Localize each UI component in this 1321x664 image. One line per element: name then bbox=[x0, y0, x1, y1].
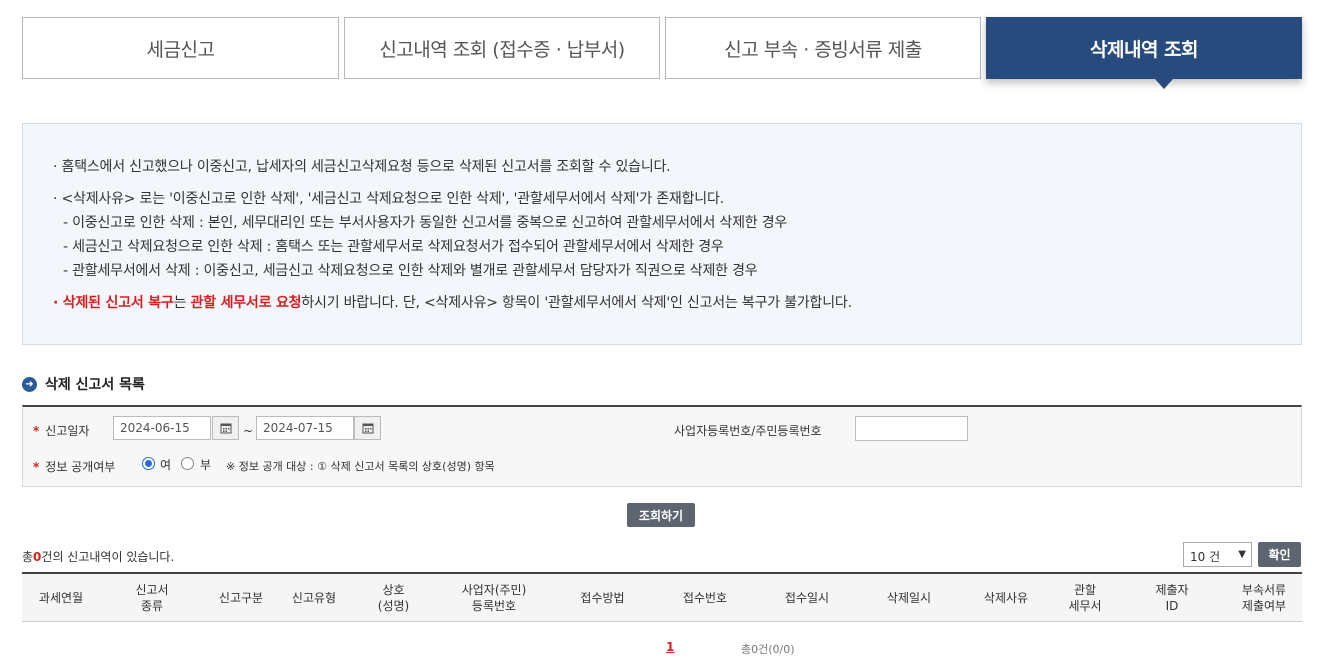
info-sub-3: - 관할세무서에서 삭제 : 이중신고, 세금신고 삭제요청으로 인한 삭제와 … bbox=[63, 263, 758, 279]
col-submitter-id: 제출자 ID bbox=[1155, 583, 1189, 613]
table-header: 과세연월 신고서 종류 신고구분 신고유형 상호 (성명) 사업자(주민) 등록… bbox=[22, 572, 1302, 622]
col-company-name: 상호 (성명) bbox=[377, 583, 410, 613]
tab-attachments-submit[interactable]: 신고 부속 · 증빙서류 제출 bbox=[665, 17, 981, 79]
disclosure-yes-radio[interactable] bbox=[142, 457, 155, 470]
info-warning: · 삭제된 신고서 복구는 관할 세무서로 요청하시기 바랍니다. 단, <삭제… bbox=[53, 295, 852, 311]
calendar-icon[interactable] bbox=[212, 416, 239, 440]
col-receipt-number: 접수번호 bbox=[682, 591, 728, 605]
active-tab-pointer bbox=[1155, 79, 1173, 89]
disclosure-no-label: 부 bbox=[200, 458, 212, 472]
disclosure-note: ※ 정보 공개 대상 : ① 삭제 신고서 목록의 상호(성명) 항목 bbox=[226, 460, 495, 473]
col-receipt-method: 접수방법 bbox=[580, 591, 625, 605]
col-filing-type: 신고유형 bbox=[291, 591, 337, 605]
tab-filing-history[interactable]: 신고내역 조회 (접수증 · 납부서) bbox=[344, 17, 660, 79]
col-receipt-datetime: 접수일시 bbox=[784, 591, 830, 605]
col-form-type: 신고서 종류 bbox=[135, 583, 169, 613]
chevron-down-icon: ▼ bbox=[1238, 549, 1246, 560]
id-number-label: 사업자등록번호/주민등록번호 bbox=[674, 424, 822, 438]
arrow-circle-icon: ➜ bbox=[22, 376, 37, 392]
tab-deletion-history[interactable]: 삭제내역 조회 bbox=[986, 17, 1302, 79]
pagination-total: 총0건(0/0) bbox=[741, 643, 795, 656]
section-title: ➜ 삭제 신고서 목록 bbox=[22, 374, 145, 394]
pagination-page[interactable]: 1 bbox=[666, 640, 674, 654]
tab-tax-filing[interactable]: 세금신고 bbox=[22, 17, 339, 79]
col-tax-period: 과세연월 bbox=[38, 591, 84, 605]
query-button[interactable]: 조회하기 bbox=[627, 503, 695, 527]
date-to-input[interactable]: 2024-07-15 bbox=[256, 416, 354, 440]
col-tax-office: 관할 세무서 bbox=[1068, 583, 1102, 613]
date-label: * 신고일자 bbox=[33, 424, 90, 438]
date-separator: ~ bbox=[243, 424, 254, 438]
disclosure-no-radio[interactable] bbox=[181, 457, 194, 470]
info-sub-1: - 이중신고로 인한 삭제 : 본인, 세무대리인 또는 부서사용자가 동일한 … bbox=[63, 215, 788, 231]
disclosure-yes-label: 여 bbox=[160, 458, 172, 472]
info-box: · 홈택스에서 신고했으나 이중신고, 납세자의 세금신고삭제요청 등으로 삭제… bbox=[22, 123, 1302, 345]
col-registration-number: 사업자(주민) 등록번호 bbox=[461, 583, 527, 613]
tab-bar: 세금신고 신고내역 조회 (접수증 · 납부서) 신고 부속 · 증빙서류 제출… bbox=[22, 17, 1302, 89]
col-deletion-datetime: 삭제일시 bbox=[886, 591, 932, 605]
disclosure-label: * 정보 공개여부 bbox=[33, 460, 116, 474]
search-form: * 신고일자 2024-06-15 ~ 2024-07-15 사업자등록번호/주민… bbox=[22, 405, 1302, 487]
col-deletion-reason: 삭제사유 bbox=[983, 591, 1029, 605]
calendar-icon[interactable] bbox=[354, 416, 381, 440]
page-size-select[interactable]: 10 건 ▼ bbox=[1183, 542, 1252, 567]
result-count: 총0건의 신고내역이 있습니다. bbox=[22, 550, 175, 564]
info-line-1: · 홈택스에서 신고했으나 이중신고, 납세자의 세금신고삭제요청 등으로 삭제… bbox=[53, 159, 671, 175]
col-attachment-status: 부속서류 제출여부 bbox=[1241, 583, 1287, 613]
date-from-input[interactable]: 2024-06-15 bbox=[113, 416, 211, 440]
col-filing-category: 신고구분 bbox=[218, 591, 264, 605]
info-line-2: · <삭제사유> 로는 '이중신고로 인한 삭제', '세금신고 삭제요청으로 … bbox=[53, 191, 724, 207]
info-sub-2: - 세금신고 삭제요청으로 인한 삭제 : 홈택스 또는 관할세무서로 삭제요청… bbox=[63, 239, 724, 255]
id-number-input[interactable] bbox=[855, 416, 968, 441]
confirm-button[interactable]: 확인 bbox=[1258, 542, 1301, 567]
